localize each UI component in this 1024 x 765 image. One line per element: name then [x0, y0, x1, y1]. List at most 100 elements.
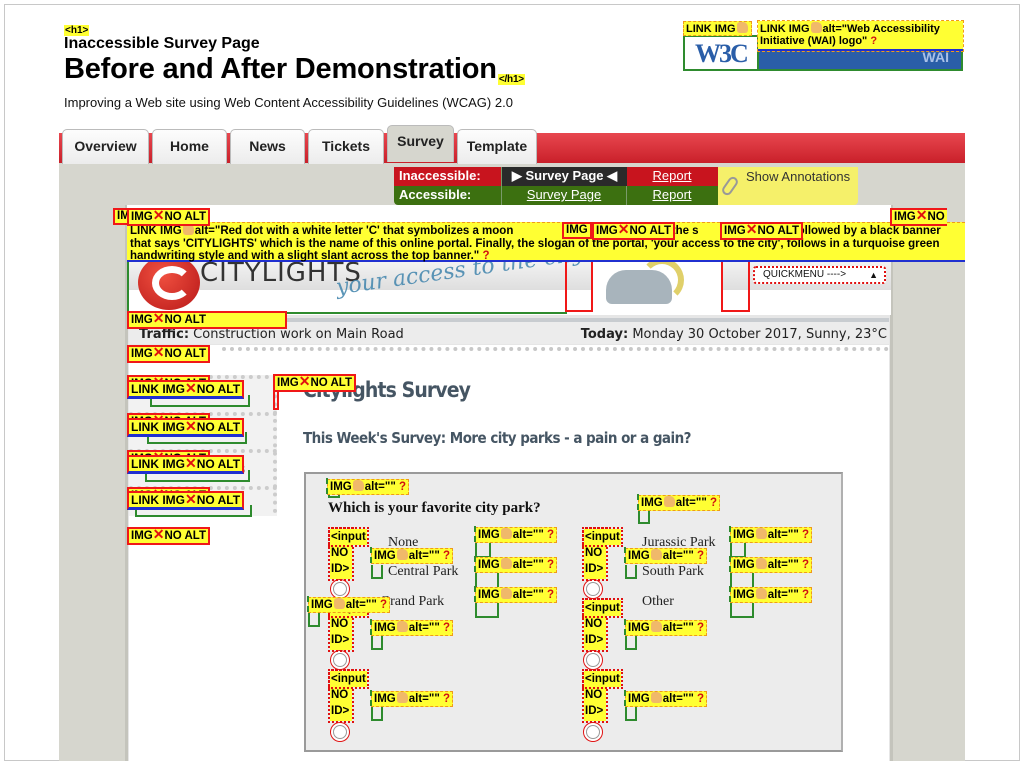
accessible-report-link[interactable]: Report	[627, 186, 717, 205]
tab-overview[interactable]: Overview	[62, 129, 149, 164]
show-annotations-button[interactable]: Show Annotations	[718, 167, 858, 205]
option-label-south-park: South Park	[642, 564, 704, 579]
accessible-survey-link[interactable]: Survey Page	[502, 186, 627, 205]
annotation-label: IMG	[478, 589, 500, 601]
img-empty-alt-annotation: IMG alt="" ?	[473, 526, 558, 543]
img-empty-alt-annotation: IMG alt="" ?	[369, 690, 454, 707]
banner-alt-annotation: LINK IMG alt="Red dot with a white letter…	[127, 222, 965, 262]
tab-template[interactable]: Template	[457, 129, 537, 164]
paperclip-icon	[720, 174, 740, 198]
radio-jurassic-park[interactable]	[586, 582, 600, 596]
annotation-alt-text: alt=""	[364, 481, 396, 493]
x-icon: ✕	[745, 221, 758, 237]
input-no-id-annotation: <inputNO ID>	[328, 669, 369, 723]
question-icon: ?	[696, 622, 705, 634]
page-tagline: Improving a Web site using Web Content A…	[64, 95, 513, 110]
annotation-label: <input	[582, 527, 623, 547]
thumbs-up-icon	[755, 558, 767, 569]
wai-logo-link[interactable]: W3C WAI LINK IMG LINK IMG alt="Web Access…	[683, 20, 964, 73]
x-icon: ✕	[152, 344, 165, 360]
annotation-label: IMG	[724, 225, 746, 237]
img-no-alt-annotation: IMG✕NO ALT	[720, 222, 803, 240]
radio-grand-park[interactable]	[333, 725, 347, 739]
annotation-label: <input	[582, 598, 623, 618]
img-outline	[371, 636, 383, 650]
annotation-label: IMG	[374, 550, 396, 562]
img-empty-alt-annotation: IMG alt="" ?	[369, 619, 454, 636]
annotation-label: ID>	[331, 705, 350, 717]
annotation-no-alt: NO ALT	[164, 211, 206, 223]
radio-central-park[interactable]	[333, 653, 347, 667]
annotation-label: IMG	[733, 559, 755, 571]
radio-other[interactable]	[586, 725, 600, 739]
thumbs-up-icon	[396, 621, 408, 632]
annotation-label: IMG	[894, 211, 916, 223]
img-no-alt-annotation: IMG✕NO ALT	[127, 527, 210, 545]
tab-home[interactable]: Home	[152, 129, 227, 164]
annotation-alt-text: alt=""	[512, 589, 544, 601]
survey-question: Which is your favorite city park?	[328, 500, 541, 516]
annotation-label: IMG	[330, 481, 352, 493]
cloud-icon	[606, 270, 672, 304]
img-empty-alt-annotation: IMG alt="" ?	[728, 556, 813, 573]
img-empty-alt-annotation: IMG alt="" ?	[623, 619, 708, 636]
option-label-other: Other	[642, 594, 674, 609]
question-icon: ?	[482, 250, 490, 262]
annotation-label: IMG	[131, 348, 153, 360]
img-empty-alt-annotation: IMG alt="" ?	[473, 556, 558, 573]
img-empty-alt-annotation: IMG alt="" ?	[636, 494, 721, 511]
annotation-label: LINK IMG	[131, 457, 185, 471]
tab-survey[interactable]: Survey	[387, 125, 454, 162]
question-icon: ?	[696, 550, 705, 562]
annotation-label: IMG	[733, 589, 755, 601]
question-icon: ?	[696, 693, 705, 705]
question-icon: ?	[546, 559, 555, 571]
thumbs-up-icon	[755, 588, 767, 599]
tab-tickets[interactable]: Tickets	[308, 129, 384, 164]
quickmenu-select[interactable]: QUICKMENU ----> ▲	[753, 266, 886, 284]
annotation-label: IMG	[628, 693, 650, 705]
question-icon: ?	[870, 35, 878, 47]
thumbs-up-icon	[500, 558, 512, 569]
thumbs-up-icon	[663, 496, 675, 507]
annotation-label: IMG	[478, 529, 500, 541]
radio-south-park[interactable]	[586, 653, 600, 667]
inaccessible-label: Inaccessible:	[394, 167, 502, 186]
annotation-label: ID>	[331, 634, 350, 646]
question-icon: ?	[709, 497, 718, 509]
annotation-alt-text: alt=""	[408, 622, 440, 634]
link-img-no-alt-annotation: LINK IMG✕NO ALT	[127, 455, 245, 474]
question-icon: ?	[442, 550, 451, 562]
radio-none[interactable]	[333, 582, 347, 596]
annotation-label: <input	[582, 669, 623, 689]
annotation-alt-text: alt=""	[408, 550, 440, 562]
thumbs-up-icon	[500, 588, 512, 599]
x-icon: ✕	[152, 207, 165, 223]
annotation-label: NO	[331, 618, 349, 630]
link-img-annotation: LINK IMG	[683, 21, 752, 36]
annotation-no-alt: NO ALT	[164, 348, 206, 360]
x-icon: ✕	[185, 491, 197, 507]
traffic-value: Construction work on Main Road	[193, 327, 404, 342]
tab-news[interactable]: News	[230, 129, 305, 164]
thumbs-up-icon	[396, 549, 408, 560]
annotation-label: IMG	[596, 225, 618, 237]
page-title-text: Before and After Demonstration	[64, 53, 497, 85]
img-empty-alt-annotation: IMG alt="" ?	[623, 690, 708, 707]
annotation-no-alt: NO ALT	[196, 457, 241, 471]
annotation-label: IMG	[311, 599, 333, 611]
img-outline	[371, 565, 383, 579]
x-icon: ✕	[185, 380, 197, 396]
thumbs-up-icon	[333, 598, 345, 609]
question-icon: ?	[546, 529, 555, 541]
inaccessible-report-link[interactable]: Report	[627, 167, 717, 186]
input-no-id-annotation: <inputNO ID>	[582, 527, 623, 581]
thumbs-up-icon	[736, 22, 748, 33]
img-empty-alt-annotation: IMG alt="" ?	[623, 547, 708, 564]
option-label-central-park: Central Park	[388, 564, 459, 579]
annotation-label: LINK IMG	[131, 420, 185, 434]
annotation-alt-text: alt="Red dot with a white letter 'C' tha…	[194, 225, 514, 237]
annotation-alt-text: alt=""	[662, 550, 694, 562]
annotation-alt-text: alt=""	[675, 497, 707, 509]
thumbs-up-icon	[352, 480, 364, 491]
